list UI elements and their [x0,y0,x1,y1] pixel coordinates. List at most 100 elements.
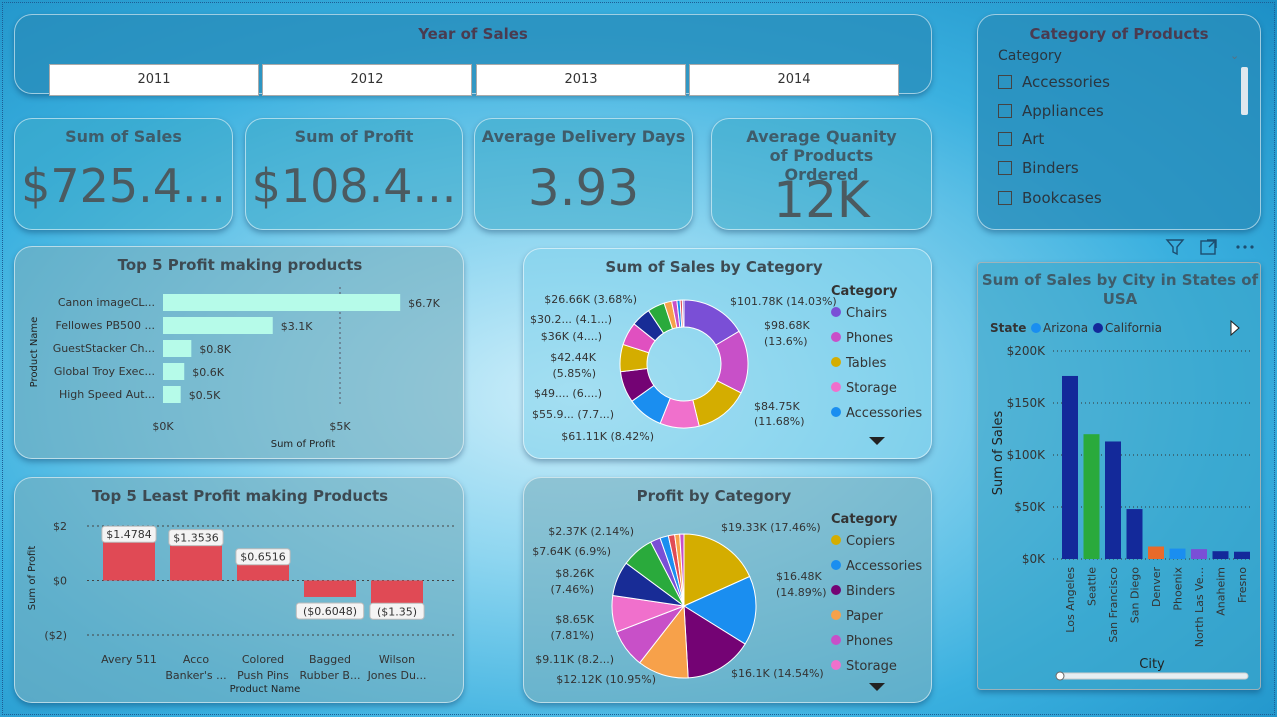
legend-item: Paper [846,609,883,624]
least5-profit-chart-card: Top 5 Least Profit making Products $2 $0 ($… [14,477,464,703]
data-label: $98.68K [764,319,810,332]
sales-by-category-chart: Sum of Sales by Category Category Chairs Ph… [530,258,922,445]
category-item-label: Accessories [1022,73,1110,91]
checkbox[interactable] [998,191,1012,205]
legend-marker [831,560,841,570]
sales-by-city-chart-card[interactable]: Sum of Sales by City in States of USA Stat… [977,262,1261,690]
bar [1234,551,1250,559]
filter-icon[interactable] [1165,239,1185,256]
category-item-art[interactable]: Art [998,130,1044,148]
data-label: $16.1K (14.54%) [731,667,824,680]
kpi-title: Sum of Sales [65,127,182,146]
data-label: $8.65K [555,613,594,626]
chart-title: USA [1103,290,1138,308]
data-label: $84.75K [754,400,800,413]
x-tick-label: Jones Du... [367,669,427,682]
pie-slice [681,299,685,328]
legend-marker [831,535,841,545]
bar [1083,434,1100,559]
kpi-value: $725.4... [21,159,226,213]
x-tick-label: San Diego [1129,567,1142,623]
data-label: $2.37K (2.14%) [548,525,634,538]
chart-title: Sum of Sales by City in States of [982,271,1259,289]
checkbox[interactable] [998,132,1012,146]
chart-title: Sum of Sales by Category [605,258,822,276]
legend-item: California [1105,321,1162,335]
profit-by-category-chart: Profit by Category Category Copiers Accesso… [532,487,922,691]
data-label: $1.3536 [173,532,219,545]
year-slicer-title: Year of Sales [418,25,528,43]
chart-title: Profit by Category [637,487,792,505]
x-tick-label: San Francisco [1107,567,1120,643]
y-tick-label: $200K [1007,344,1047,358]
checkbox[interactable] [998,161,1012,175]
visual-toolbar [1163,236,1263,258]
x-axis-label: Sum of Profit [271,439,336,450]
horizontal-scrollbar[interactable] [1055,672,1249,680]
kpi-title: Sum of Profit [294,127,414,146]
kpi-sum-of-profit: Sum of Profit $108.4... [245,118,463,230]
legend-item: Storage [846,659,897,674]
y-tick-label: ($2) [44,629,67,642]
kpi-value: 3.93 [527,159,640,217]
category-item-label: Art [1022,130,1045,148]
x-axis-label: City [1139,657,1165,672]
year-button-2013[interactable]: 2013 [476,64,686,96]
y-axis-label: Product Name [29,317,40,388]
data-label: $6.7K [408,297,440,310]
data-label: $0.8K [199,343,231,356]
legend-item: Phones [846,634,893,649]
chart-title: Top 5 Profit making products [118,256,363,274]
data-label: $16.48K [776,570,822,583]
slicer-scrollbar[interactable] [1241,67,1248,115]
legend-marker [831,332,841,342]
scrollbar-handle[interactable] [1055,671,1065,681]
x-tick-label: Wilson [379,653,415,666]
checkbox[interactable] [998,75,1012,89]
category-item-appliances[interactable]: Appliances [998,102,1104,120]
y-tick-label: Fellowes PB500 ... [56,319,156,332]
scroll-down-icon [869,437,885,445]
x-tick-label: Avery 511 [101,653,157,666]
more-options-icon[interactable] [1236,245,1254,249]
bar [103,540,155,581]
category-slicer-header: Category [998,48,1062,64]
category-item-bookcases[interactable]: Bookcases [998,189,1102,207]
x-tick-label: Denver [1150,567,1163,607]
legend-item: Phones [846,331,893,346]
data-label: $61.11K (8.42%) [561,430,654,443]
data-label: $7.64K (6.9%) [532,545,611,558]
category-item-accessories[interactable]: Accessories [998,73,1110,91]
bar [237,562,289,581]
y-tick-label: Canon imageCL... [58,296,155,309]
data-label: (5.85%) [552,367,596,380]
data-label: (13.6%) [764,335,808,348]
year-button-2012[interactable]: 2012 [262,64,472,96]
category-item-binders[interactable]: Binders [998,159,1079,177]
bar [163,386,181,403]
legend-item: Arizona [1043,321,1088,335]
y-tick-label: High Speed Aut... [59,388,155,401]
focus-mode-icon[interactable] [1200,239,1217,255]
data-label: $3.1K [281,320,313,333]
legend-marker [831,635,841,645]
x-tick-label: Acco [183,653,209,666]
y-tick-label: Global Troy Exec... [54,365,155,378]
y-tick-label: $0K [1022,552,1046,566]
checkbox[interactable] [998,104,1012,118]
data-label: $0.5K [189,389,221,402]
legend-marker [831,307,841,317]
data-label: $55.9... (7.7...) [532,408,614,421]
x-tick-label: Bagged [309,653,351,666]
bar [1105,441,1121,559]
sales-by-category-chart-card: Sum of Sales by Category Category Chairs Ph… [523,248,932,459]
legend-item: Copiers [846,534,895,549]
legend-item: Tables [845,356,887,371]
y-tick-label: $2 [53,520,67,533]
bar [163,363,185,380]
year-button-2011[interactable]: 2011 [49,64,259,96]
legend-title: Category [831,284,898,299]
y-tick-label: $50K [1014,500,1046,514]
chevron-down-icon[interactable]: ⌄ [1230,49,1239,62]
year-button-2014[interactable]: 2014 [689,64,899,96]
